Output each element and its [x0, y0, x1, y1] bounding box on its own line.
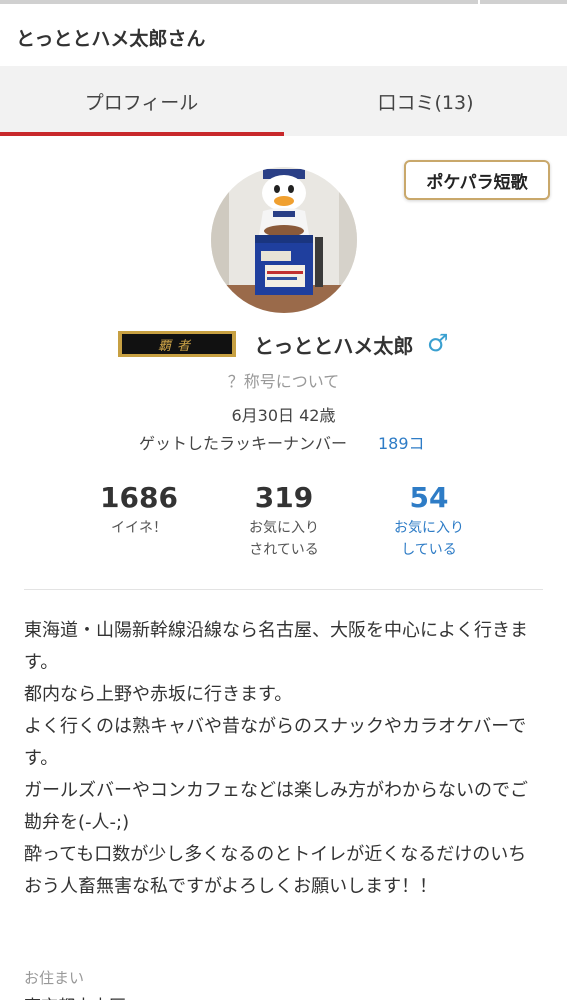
stat-favorited-by-label: お気に入り されている — [249, 520, 319, 558]
stat-favorited-by: 319 お気に入り されている — [214, 482, 354, 561]
tab-profile[interactable]: プロフィール — [0, 66, 283, 136]
avatar — [211, 167, 357, 313]
stat-favoriting-value[interactable]: 54 — [359, 482, 499, 514]
lucky-number-value[interactable]: 189コ — [378, 430, 425, 454]
stat-favorited-by-value: 319 — [254, 481, 314, 514]
lucky-number-label: ゲットしたラッキーナンバー — [139, 434, 348, 453]
residence-value: 東京都中央区 — [24, 992, 126, 1000]
stat-favoriting[interactable]: 54 お気に入り している — [359, 482, 499, 561]
male-icon: ♂ — [427, 329, 449, 357]
section-divider — [24, 589, 543, 590]
residence-label: お住まい — [24, 969, 85, 987]
stat-favoriting-label[interactable]: お気に入り している — [359, 517, 499, 561]
birthday-age: 6月30日 42歳 — [231, 406, 336, 425]
tab-reviews[interactable]: 口コミ(13) — [284, 66, 567, 136]
stat-likes: 1686 イイネ！ — [69, 482, 209, 539]
stat-likes-value: 1686 — [100, 481, 178, 514]
stat-likes-label: イイネ！ — [111, 520, 167, 536]
avatar-mascot-image — [211, 167, 357, 313]
username: とっととハメ太郎 — [254, 334, 414, 358]
tanka-badge[interactable]: ポケパラ短歌 — [404, 160, 550, 200]
page-header: とっととハメ太郎さん — [0, 4, 567, 66]
active-tab-indicator — [0, 132, 284, 136]
page-title: とっととハメ太郎さん — [16, 28, 206, 50]
tab-bar: プロフィール 口コミ(13) — [0, 66, 567, 136]
title-help-link[interactable]: ？称号について — [0, 368, 567, 392]
profile-bio: 東海道・山陽新幹線沿線なら名古屋、大阪を中心によく行きます。 都内なら上野や赤坂… — [24, 620, 528, 897]
title-plate-badge: 覇者 — [118, 331, 236, 357]
title-plate-text: 覇者 — [157, 338, 196, 354]
